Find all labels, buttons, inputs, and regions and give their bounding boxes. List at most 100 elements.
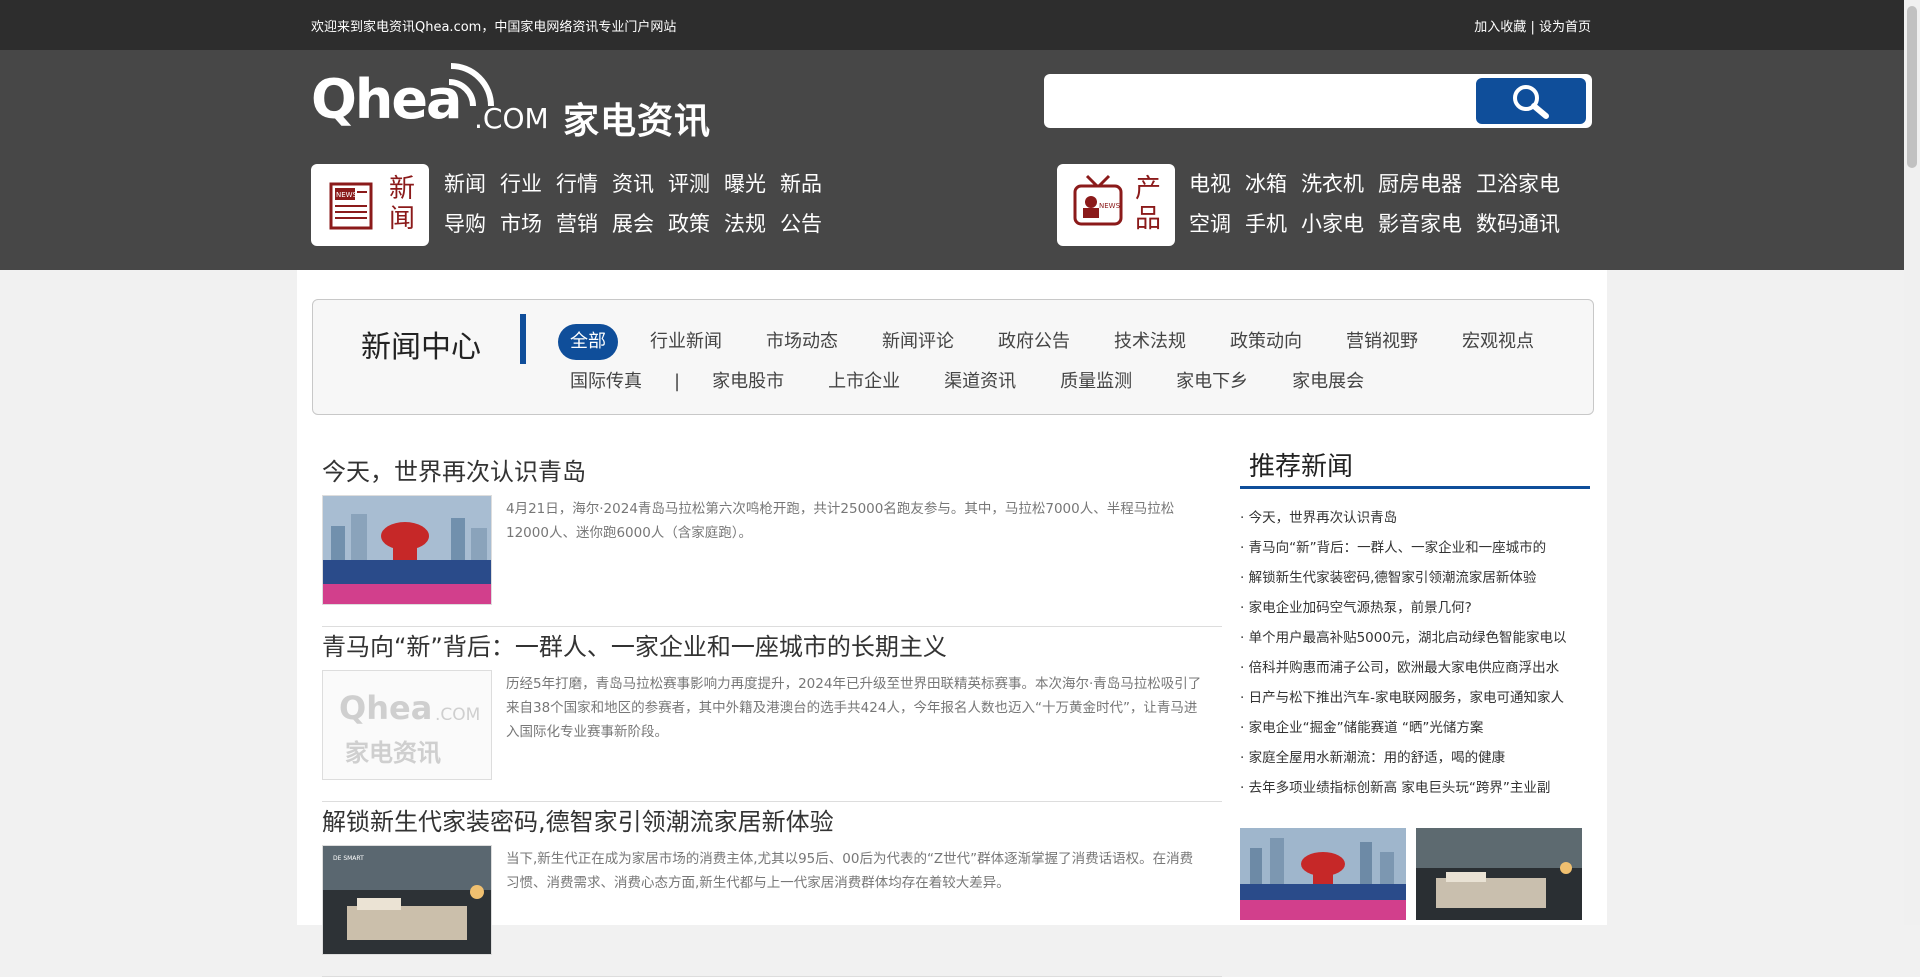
category-tab[interactable]: 家电股市	[700, 362, 796, 402]
article-summary: 4月21日，海尔·2024青岛马拉松第六次鸣枪开跑，共计25000名跑友参与。其…	[506, 501, 1175, 541]
recommended-image-marathon[interactable]	[1240, 828, 1406, 920]
news-nav-link[interactable]: 营销	[556, 212, 598, 236]
search-input[interactable]	[1052, 82, 1456, 120]
article-item: 青马向“新”背后：一群人、一家企业和一座城市的长期主义 Qhea .COM 家电资讯 历…	[322, 627, 1222, 802]
category-tabs: 全部 行业新闻 市场动态 新闻评论 政府公告 技术法规 政策动向 营销视野 宏观视点国际传真 | 家…	[558, 322, 1578, 402]
news-nav-link[interactable]: 评测	[668, 172, 710, 196]
news-nav-label: 新闻	[389, 174, 416, 234]
recommended-item[interactable]: · 家庭全屋用水新潮流：用的舒适，喝的健康	[1240, 743, 1590, 773]
article-item: 今天，世界再次认识青岛 4月21日，海尔·2024青岛马拉松第六次鸣枪开跑，共计2…	[322, 452, 1222, 627]
recommended-image-bedroom[interactable]	[1416, 828, 1582, 920]
recommended-list: · 今天，世界再次认识青岛 · 青马向“新”背后：一群人、一家企业和一座城市的 · …	[1240, 503, 1590, 803]
thumb-logo-mark: Qhea	[339, 689, 433, 727]
news-nav-link[interactable]: 行业	[500, 172, 542, 196]
category-tab[interactable]: 宏观视点	[1450, 322, 1546, 362]
recommended-item[interactable]: · 倍科并购惠而浦子公司，欧洲最大家电供应商浮出水	[1240, 653, 1590, 683]
news-nav-link[interactable]: 新品	[780, 172, 822, 196]
news-badge-text: NEWS	[336, 191, 358, 199]
header	[0, 50, 1904, 270]
category-tab[interactable]: 国际传真	[558, 362, 654, 402]
article-title[interactable]: 青马向“新”背后：一群人、一家企业和一座城市的长期主义	[322, 627, 947, 662]
newspaper-icon: NEWS	[329, 182, 373, 230]
search-box	[1044, 74, 1592, 128]
news-nav-link[interactable]: 法规	[724, 212, 766, 236]
category-tab[interactable]: 新闻评论	[870, 322, 966, 362]
article-list: 今天，世界再次认识青岛 4月21日，海尔·2024青岛马拉松第六次鸣枪开跑，共计2…	[322, 452, 1222, 977]
recommended-item[interactable]: · 去年多项业绩指标创新高 家电巨头玩“跨界”主业副	[1240, 773, 1590, 803]
news-nav-row: 导购 市场 营销 展会 政策 法规 公告	[444, 208, 836, 238]
news-nav-link[interactable]: 导购	[444, 212, 486, 236]
thumb-logo-cn: 家电资讯	[345, 739, 441, 767]
article-summary: 历经5年打磨，青岛马拉松赛事影响力再度提升，2024年已升级至世界田联精英标赛事…	[506, 676, 1202, 740]
thumb-logo-com: .COM	[435, 705, 481, 725]
products-nav-link[interactable]: 卫浴家电	[1476, 172, 1560, 196]
recommended-item[interactable]: · 单个用户最高补贴5000元，湖北启动绿色智能家电以	[1240, 623, 1590, 653]
logo-cn: 家电资讯	[563, 101, 712, 142]
news-nav-link[interactable]: 资讯	[612, 172, 654, 196]
news-nav-link[interactable]: 曝光	[724, 172, 766, 196]
search-button[interactable]	[1476, 78, 1586, 124]
category-title: 新闻中心	[361, 330, 481, 365]
category-tab[interactable]: 政府公告	[986, 322, 1082, 362]
products-nav-row: 电视 冰箱 洗衣机 厨房电器 卫浴家电	[1189, 168, 1574, 198]
category-tab[interactable]: 家电下乡	[1164, 362, 1260, 402]
products-nav-link[interactable]: 厨房电器	[1378, 172, 1462, 196]
article-title[interactable]: 解锁新生代家装密码,德智家引领潮流家居新体验	[322, 802, 834, 837]
news-nav-link[interactable]: 政策	[668, 212, 710, 236]
category-tab[interactable]: 家电展会	[1280, 362, 1376, 402]
logo-com: .COM	[474, 102, 549, 135]
article-thumbnail[interactable]: Qhea .COM 家电资讯	[322, 670, 492, 780]
category-tab[interactable]: 政策动向	[1218, 322, 1314, 362]
category-tab[interactable]: 上市企业	[816, 362, 912, 402]
category-box: 新闻中心 全部 行业新闻 市场动态 新闻评论 政府公告 技术法规 政策动向 营销视野 宏观视点国…	[312, 299, 1594, 415]
recommended-item[interactable]: · 青马向“新”背后：一群人、一家企业和一座城市的	[1240, 533, 1590, 563]
products-nav-link[interactable]: 影音家电	[1378, 212, 1462, 236]
tab-separator: |	[674, 371, 681, 392]
products-nav-link[interactable]: 数码通讯	[1476, 212, 1560, 236]
news-nav-row: 新闻 行业 行情 资讯 评测 曝光 新品	[444, 168, 836, 198]
news-nav-link[interactable]: 公告	[780, 212, 822, 236]
category-tab[interactable]: 行业新闻	[638, 322, 734, 362]
news-nav-link[interactable]: 行情	[556, 172, 598, 196]
set-homepage-link[interactable]: 设为首页	[1539, 20, 1591, 35]
category-tab[interactable]: 渠道资讯	[932, 362, 1028, 402]
bookmark-link[interactable]: 加入收藏	[1474, 20, 1526, 35]
products-nav-link[interactable]: 洗衣机	[1301, 172, 1364, 196]
tv-icon: NEWS	[1073, 174, 1123, 226]
article-thumbnail[interactable]: DE SMART	[322, 845, 492, 955]
recommended-item[interactable]: · 解锁新生代家装密码,德智家引领潮流家居新体验	[1240, 563, 1590, 593]
products-badge-text: NEWS	[1099, 202, 1121, 210]
recommended-item[interactable]: · 今天，世界再次认识青岛	[1240, 503, 1590, 533]
products-nav-link[interactable]: 电视	[1189, 172, 1231, 196]
category-tab[interactable]: 技术法规	[1102, 322, 1198, 362]
products-nav-link[interactable]: 手机	[1245, 212, 1287, 236]
recommended-item[interactable]: · 家电企业“掘金”储能赛道 “晒”光储方案	[1240, 713, 1590, 743]
category-tab[interactable]: 质量监测	[1048, 362, 1144, 402]
page-scrollbar[interactable]	[1904, 0, 1920, 925]
news-nav-link[interactable]: 市场	[500, 212, 542, 236]
recommended-item[interactable]: · 家电企业加码空气源热泵，前景几何?	[1240, 593, 1590, 623]
magnifier-icon	[1513, 85, 1549, 119]
logo-mark: Qhea	[311, 68, 462, 131]
article-title[interactable]: 今天，世界再次认识青岛	[322, 452, 586, 487]
recommended-item[interactable]: · 日产与松下推出汽车-家电联网服务，家电可通知家人	[1240, 683, 1590, 713]
news-nav-link[interactable]: 新闻	[444, 172, 486, 196]
news-nav-badge[interactable]: NEWS 新闻	[311, 164, 429, 246]
products-nav-badge[interactable]: NEWS 产品	[1057, 164, 1175, 246]
products-nav-link[interactable]: 空调	[1189, 212, 1231, 236]
category-tab[interactable]: 市场动态	[754, 322, 850, 362]
category-tab[interactable]: 全部	[558, 324, 618, 360]
scrollbar-thumb[interactable]	[1907, 6, 1917, 168]
news-nav-link[interactable]: 展会	[612, 212, 654, 236]
main-content: 新闻中心 全部 行业新闻 市场动态 新闻评论 政府公告 技术法规 政策动向 营销视野 宏观视点国…	[297, 270, 1607, 977]
category-divider	[520, 314, 526, 364]
top-bar: 欢迎来到家电资讯Qhea.com，中国家电网络资讯专业门户网站 加入收藏 | 设…	[0, 0, 1904, 50]
article-summary: 当下,新生代正在成为家居市场的消费主体,尤其以95后、00后为代表的“Z世代”群…	[506, 851, 1194, 891]
category-tab[interactable]: 营销视野	[1334, 322, 1430, 362]
article-thumbnail[interactable]	[322, 495, 492, 605]
products-nav-link[interactable]: 冰箱	[1245, 172, 1287, 196]
top-links: 加入收藏 | 设为首页	[1474, 16, 1591, 35]
site-logo[interactable]: Qhea .COM 家电资讯	[311, 62, 751, 142]
products-nav-link[interactable]: 小家电	[1301, 212, 1364, 236]
products-nav-label: 产品	[1135, 174, 1162, 234]
